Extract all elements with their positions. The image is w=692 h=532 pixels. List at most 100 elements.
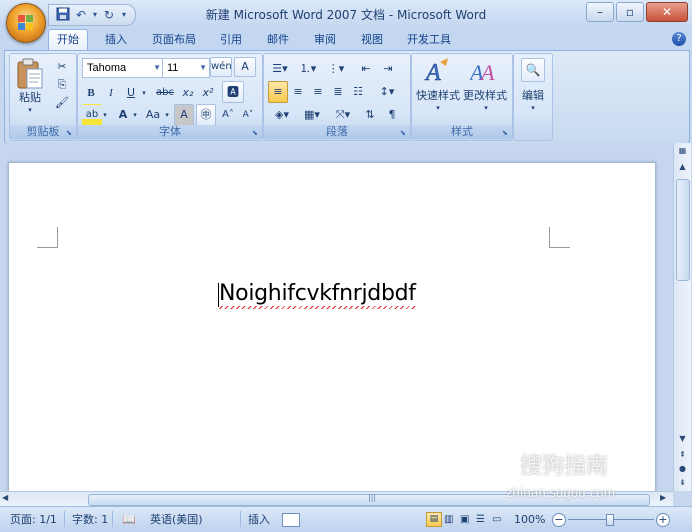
proofing-icon[interactable]: 📖	[120, 512, 138, 527]
zoom-level[interactable]: 100%	[514, 512, 545, 527]
watermark-url: zhinan.sogou.com	[506, 486, 616, 500]
bold-button[interactable]: B	[82, 82, 100, 104]
font-name-combo[interactable]: Tahoma ▼	[82, 58, 164, 78]
grow-font-button[interactable]: A˄	[218, 104, 238, 126]
highlight-button[interactable]: ab	[82, 104, 102, 126]
change-case-dropdown-icon[interactable]: ▾	[162, 104, 172, 126]
find-icon[interactable]: 🔍	[521, 58, 545, 82]
status-language[interactable]: 英语(美国)	[150, 512, 203, 527]
paste-dropdown-icon[interactable]: ▾	[24, 104, 36, 116]
sort-icon[interactable]: ⇅	[360, 104, 380, 126]
distributed-icon[interactable]: ☷	[348, 81, 368, 103]
styles-group-label: 样式	[412, 125, 512, 139]
align-center-icon[interactable]: ≡	[288, 81, 308, 103]
character-shading-button[interactable]: A	[174, 104, 194, 126]
shading-icon[interactable]: ◈▾	[268, 104, 296, 126]
customize-qat-icon[interactable]: ▾	[119, 7, 129, 23]
outline-view-icon[interactable]: ☰	[476, 512, 485, 527]
align-right-icon[interactable]: ≡	[308, 81, 328, 103]
document-page[interactable]: Noighifcvkfnrjdbdf	[8, 162, 656, 494]
underline-dropdown-icon[interactable]: ▾	[138, 82, 150, 104]
increase-indent-icon[interactable]: ⇥	[378, 58, 398, 80]
office-button[interactable]	[6, 3, 46, 43]
phonetic-guide-icon[interactable]: wén	[210, 57, 232, 77]
vertical-scrollbar[interactable]: ▦ ▲ ▼ ⇞ ● ⇟	[673, 143, 691, 491]
format-painter-icon[interactable]: 🖌	[52, 94, 72, 112]
justify-icon[interactable]: ≣	[328, 81, 348, 103]
tab-review[interactable]: 审阅	[314, 31, 336, 49]
close-button[interactable]: ✕	[646, 2, 688, 22]
font-size-dropdown-icon[interactable]: ▼	[199, 59, 207, 77]
change-styles-icon[interactable]: AA	[468, 56, 500, 89]
change-case-icon[interactable]: 🅰	[222, 81, 244, 103]
vertical-scroll-thumb[interactable]	[676, 179, 690, 281]
undo-icon[interactable]: ↶	[73, 7, 89, 23]
align-left-icon[interactable]: ≡	[268, 81, 288, 103]
font-color-dropdown-icon[interactable]: ▾	[130, 104, 140, 126]
scroll-up-icon[interactable]: ▲	[676, 161, 689, 173]
change-styles-dropdown-icon[interactable]: ▾	[480, 102, 492, 114]
restore-button[interactable]: ▫	[616, 2, 644, 22]
show-marks-icon[interactable]: ¶	[382, 104, 402, 126]
zoom-out-icon[interactable]: −	[552, 513, 566, 527]
macro-record-icon[interactable]	[282, 513, 300, 527]
minimize-button[interactable]: –	[586, 2, 614, 22]
zoom-slider-thumb[interactable]	[606, 514, 614, 526]
browse-object-icon[interactable]: ●	[676, 463, 689, 475]
scroll-left-icon[interactable]: ◀	[2, 493, 8, 502]
tab-home[interactable]: 开始	[48, 29, 88, 51]
redo-icon[interactable]: ↻	[101, 7, 117, 23]
tab-mailings[interactable]: 邮件	[267, 31, 289, 49]
print-layout-view-icon[interactable]: ▤	[426, 512, 442, 527]
bullets-icon[interactable]: ☰▾	[268, 58, 292, 80]
superscript-button[interactable]: x²	[198, 82, 218, 104]
quick-styles-dropdown-icon[interactable]: ▾	[432, 102, 444, 114]
change-case-button[interactable]: Aa	[142, 104, 164, 126]
clear-formatting-icon[interactable]: A	[234, 57, 256, 77]
tab-developer[interactable]: 开发工具	[407, 31, 451, 49]
draft-view-icon[interactable]: ▭	[492, 512, 501, 527]
web-layout-view-icon[interactable]: ▣	[460, 512, 469, 527]
help-icon[interactable]: ?	[672, 32, 686, 46]
decrease-indent-icon[interactable]: ⇤	[356, 58, 376, 80]
strikethrough-button[interactable]: abc	[154, 82, 176, 104]
tab-view[interactable]: 视图	[361, 31, 383, 49]
editing-dropdown-icon[interactable]: ▾	[527, 102, 539, 114]
italic-button[interactable]: I	[102, 82, 120, 104]
document-text[interactable]: Noighifcvkfnrjdbdf	[219, 281, 416, 309]
status-page[interactable]: 页面: 1/1	[10, 512, 57, 527]
shrink-font-button[interactable]: A˅	[238, 104, 258, 126]
multilevel-list-icon[interactable]: ⋮▾	[324, 58, 348, 80]
font-size-combo[interactable]: 11 ▼	[162, 58, 210, 78]
full-screen-reading-view-icon[interactable]: ▥	[444, 512, 453, 527]
font-name-dropdown-icon[interactable]: ▼	[153, 59, 161, 77]
enclose-characters-icon[interactable]: ㊥	[196, 104, 216, 126]
previous-page-icon[interactable]: ⇞	[676, 449, 689, 461]
paste-icon[interactable]	[16, 58, 44, 93]
borders-icon[interactable]: ▦▾	[298, 104, 326, 126]
tab-references[interactable]: 引用	[220, 31, 242, 49]
ruler-toggle-icon[interactable]: ▦	[676, 145, 689, 157]
save-icon[interactable]	[55, 7, 71, 23]
undo-dropdown-icon[interactable]: ▾	[91, 7, 99, 23]
status-insert-mode[interactable]: 插入	[248, 512, 270, 527]
status-word-count[interactable]: 字数: 1	[72, 512, 108, 527]
scroll-down-icon[interactable]: ▼	[676, 433, 689, 445]
zoom-in-icon[interactable]: +	[656, 513, 670, 527]
highlight-dropdown-icon[interactable]: ▾	[100, 104, 110, 126]
chinese-layout-icon[interactable]: ⤧▾	[328, 104, 358, 126]
tab-page-layout[interactable]: 页面布局	[152, 31, 196, 49]
subscript-button[interactable]: x₂	[178, 82, 198, 104]
copy-icon[interactable]: ⎘	[52, 76, 72, 94]
paragraph-launcher-icon[interactable]: ⬊	[400, 129, 408, 137]
line-spacing-icon[interactable]: ↕▾	[374, 81, 400, 103]
quick-styles-icon[interactable]: A	[424, 56, 450, 89]
clipboard-launcher-icon[interactable]: ⬊	[66, 129, 74, 137]
numbering-icon[interactable]: ⒈▾	[296, 58, 320, 80]
next-page-icon[interactable]: ⇟	[676, 477, 689, 489]
tab-insert[interactable]: 插入	[105, 31, 127, 49]
cut-icon[interactable]: ✂	[52, 58, 72, 76]
scroll-right-icon[interactable]: ▶	[660, 493, 666, 502]
styles-launcher-icon[interactable]: ⬊	[502, 129, 510, 137]
font-launcher-icon[interactable]: ⬊	[252, 129, 260, 137]
